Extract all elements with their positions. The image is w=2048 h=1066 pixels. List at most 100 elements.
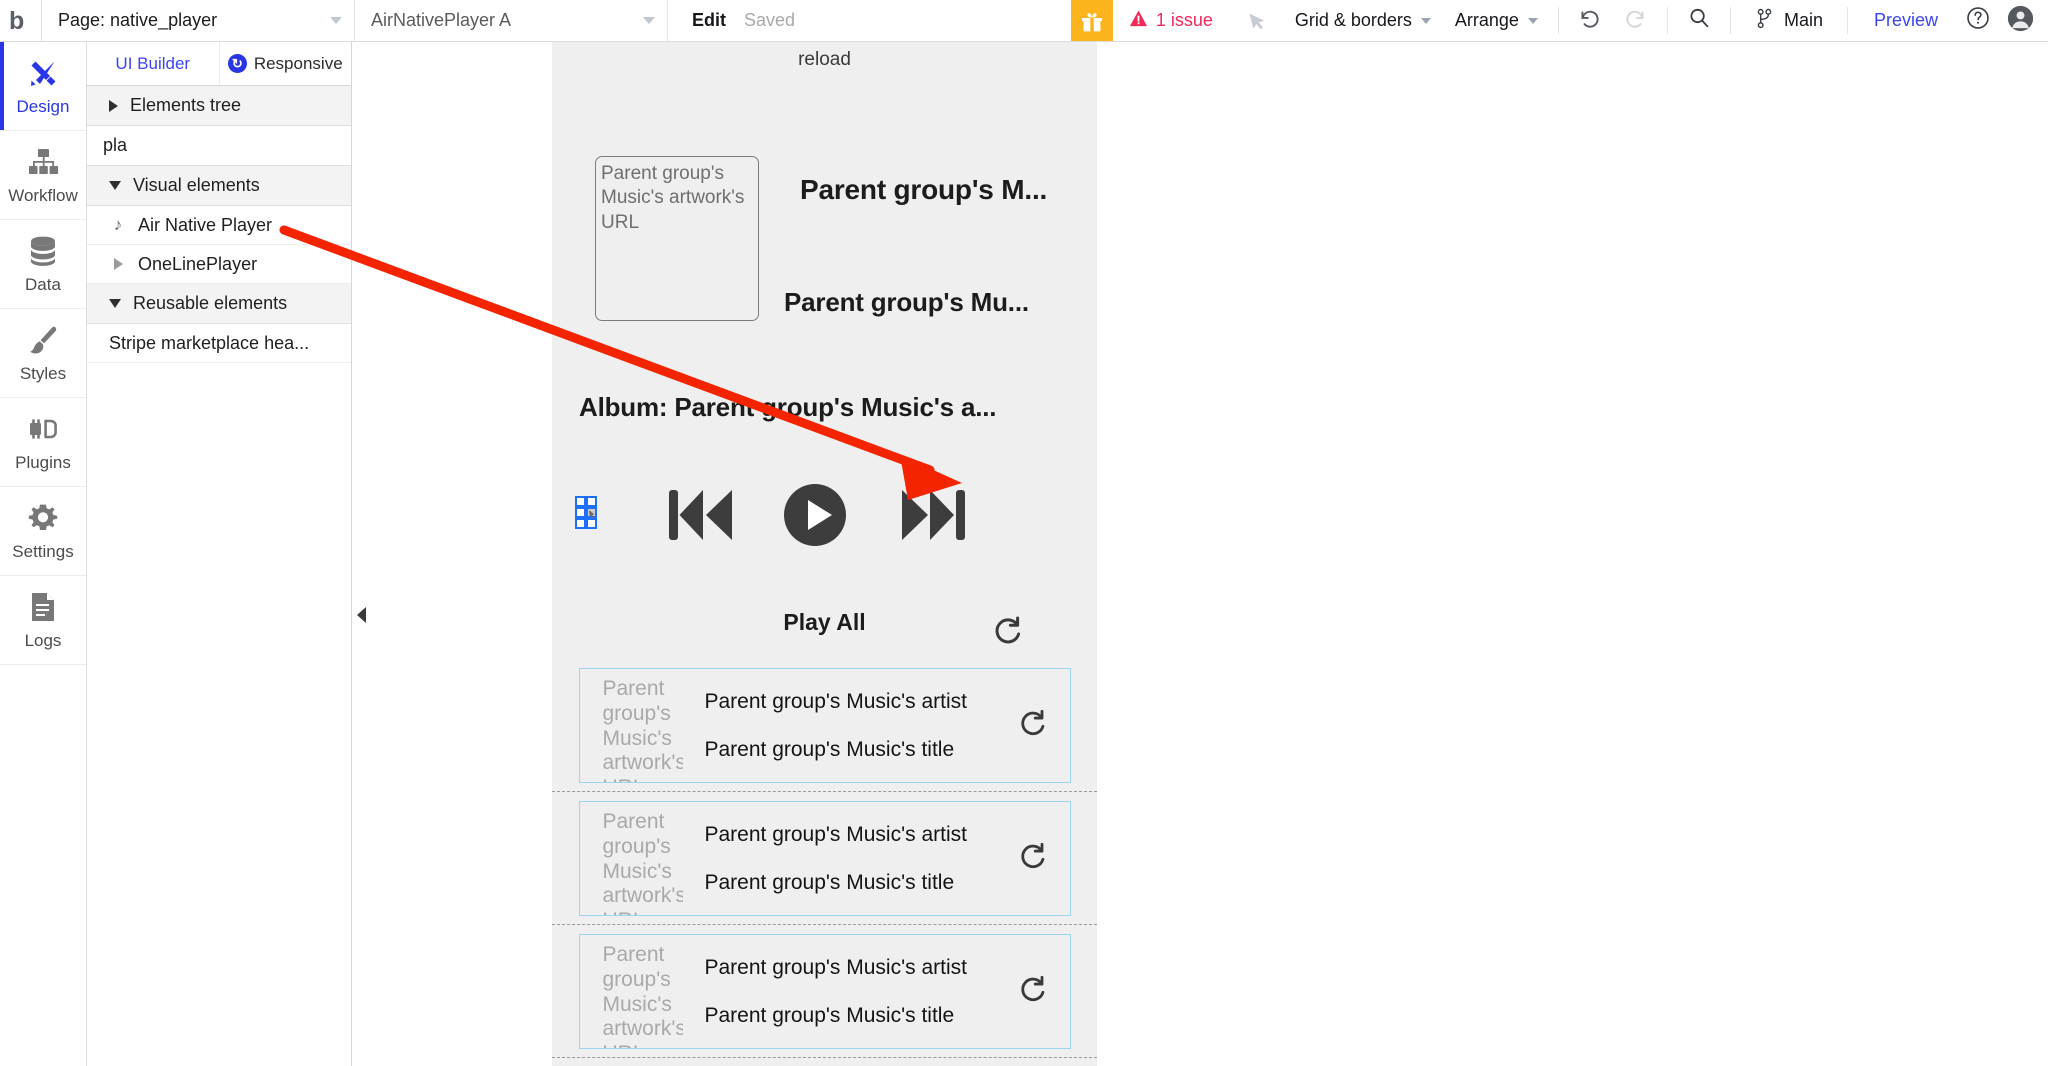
artwork-image-placeholder[interactable]: Parent group's Music's artwork's URL (595, 156, 759, 321)
tree-group-visual-elements[interactable]: Visual elements (87, 166, 351, 206)
sidebar-item-label: Logs (24, 630, 62, 650)
redo-icon (1623, 6, 1648, 36)
track-meta: Parent group's Music's artist Parent gro… (683, 802, 1070, 915)
tree-item-stripe-marketplace-header[interactable]: Stripe marketplace hea... (87, 324, 351, 363)
bubble-logo-icon[interactable]: b (0, 0, 42, 41)
page-viewport[interactable]: reload Parent group's Music's artwork's … (552, 42, 1097, 1066)
editor-body: Design Workflow Data Styles Plugins Sett… (0, 42, 2048, 1066)
track-row[interactable]: Parent group's Music's artwork's URL Par… (578, 934, 1071, 1049)
track-slot: Parent group's Music's artwork's URL Par… (552, 925, 1097, 1058)
track-artist: Parent group's Music's artist (704, 955, 967, 979)
warning-triangle-icon (1129, 9, 1148, 33)
branch-selector[interactable]: Main (1739, 0, 1839, 41)
tab-responsive[interactable]: ↻ Responsive (220, 42, 352, 85)
help-circle-icon (1965, 5, 1991, 36)
sidebar-item-workflow[interactable]: Workflow (0, 131, 86, 220)
skip-next-icon[interactable] (897, 482, 970, 553)
element-selector[interactable]: AirNativePlayer A (355, 0, 668, 41)
redo-button[interactable] (1613, 0, 1659, 41)
tab-ui-builder-label: UI Builder (115, 53, 191, 73)
tree-item-onelineplayer[interactable]: OneLinePlayer (87, 245, 351, 284)
sidebar-item-label: Design (16, 96, 70, 116)
reload-text[interactable]: reload (552, 49, 1097, 71)
reload-circular-arrow-icon[interactable] (1018, 708, 1048, 743)
panel-collapse-handle[interactable] (354, 602, 368, 628)
preview-button[interactable]: Preview (1856, 0, 1956, 41)
sidebar-item-logs[interactable]: Logs (0, 576, 86, 665)
gear-icon (27, 501, 59, 535)
grid-borders-menu[interactable]: Grid & borders (1283, 0, 1443, 41)
sidebar-item-plugins[interactable]: Plugins (0, 398, 86, 487)
cursor-arrow-icon[interactable] (1231, 0, 1283, 41)
tree-item-label: Air Native Player (138, 214, 273, 235)
play-circle-icon[interactable] (782, 482, 848, 553)
user-avatar-icon (2007, 5, 2034, 37)
arrange-label: Arrange (1454, 10, 1519, 30)
undo-icon (1577, 6, 1602, 36)
triangle-right-icon (109, 99, 118, 112)
reload-circular-arrow-icon[interactable] (992, 615, 1024, 652)
tree-group-label: Reusable elements (133, 293, 288, 313)
player-controls (552, 479, 1097, 559)
track-thumbnail-placeholder: Parent group's Music's artwork's URL (602, 810, 683, 915)
sidebar-item-label: Plugins (15, 452, 71, 472)
sidebar-item-settings[interactable]: Settings (0, 487, 86, 576)
elements-tree-panel: UI Builder ↻ Responsive Elements tree pl… (87, 42, 352, 1066)
top-toolbar: b Page: native_player AirNativePlayer A … (0, 0, 2048, 42)
left-nav-rail: Design Workflow Data Styles Plugins Sett… (0, 42, 87, 1066)
sidebar-item-styles[interactable]: Styles (0, 309, 86, 398)
track-title: Parent group's Music's title (704, 870, 955, 894)
page-selector[interactable]: Page: native_player (42, 0, 355, 41)
arrange-menu[interactable]: Arrange (1443, 0, 1550, 41)
database-icon (28, 234, 58, 268)
logs-document-icon (29, 590, 57, 624)
album-heading[interactable]: Album: Parent group's Music's a... (579, 392, 997, 423)
track-thumbnail-placeholder: Parent group's Music's artwork's URL (602, 943, 683, 1048)
gift-icon[interactable] (1070, 0, 1113, 41)
triangle-right-icon[interactable] (109, 258, 127, 270)
track-row[interactable]: Parent group's Music's artwork's URL Par… (578, 801, 1071, 916)
sidebar-item-data[interactable]: Data (0, 220, 86, 309)
toolbar-divider (1846, 7, 1848, 34)
toolbar-divider (1666, 7, 1668, 34)
tree-group-label: Visual elements (133, 175, 260, 195)
grid-selection-icon[interactable] (575, 496, 608, 529)
issue-count-label: 1 issue (1155, 10, 1213, 30)
design-canvas[interactable]: reload Parent group's Music's artwork's … (352, 42, 2048, 1066)
preview-label: Preview (1873, 10, 1938, 30)
reload-circular-arrow-icon[interactable] (1018, 841, 1048, 876)
branch-label: Main (1783, 10, 1823, 30)
skip-previous-icon[interactable] (667, 482, 740, 553)
panel-tab-bar: UI Builder ↻ Responsive (87, 42, 351, 86)
sidebar-item-label: Settings (12, 541, 74, 561)
chevron-down-icon (643, 17, 655, 24)
track-slot: Parent group's Music's artwork's URL Par… (552, 1058, 1097, 1066)
track-meta: Parent group's Music's artist Parent gro… (683, 669, 1070, 782)
elements-search-input[interactable]: pla (87, 126, 351, 166)
elements-tree-header[interactable]: Elements tree (87, 86, 351, 126)
edit-mode-label[interactable]: Edit (692, 10, 726, 31)
issue-indicator[interactable]: 1 issue (1113, 0, 1231, 41)
grid-borders-label: Grid & borders (1294, 10, 1412, 30)
sidebar-item-design[interactable]: Design (0, 42, 86, 131)
track-row[interactable]: Parent group's Music's artwork's URL Par… (578, 668, 1071, 783)
track-title-heading[interactable]: Parent group's M... (800, 174, 1047, 206)
undo-button[interactable] (1567, 0, 1613, 41)
triangle-down-icon (109, 299, 121, 308)
track-list: Parent group's Music's artwork's URL Par… (552, 660, 1097, 1066)
branch-icon (1755, 8, 1774, 34)
user-avatar[interactable] (2000, 0, 2048, 41)
track-artist-heading[interactable]: Parent group's Mu... (784, 287, 1029, 318)
track-title: Parent group's Music's title (704, 737, 955, 761)
track-meta: Parent group's Music's artist Parent gro… (683, 935, 1070, 1048)
tree-group-reusable-elements[interactable]: Reusable elements (87, 284, 351, 324)
track-artist: Parent group's Music's artist (704, 689, 967, 713)
tab-ui-builder[interactable]: UI Builder (87, 42, 220, 85)
elements-search-value: pla (103, 135, 128, 155)
help-button[interactable] (1956, 0, 2000, 41)
reload-circular-arrow-icon[interactable] (1018, 974, 1048, 1009)
search-button[interactable] (1676, 0, 1722, 41)
element-selector-label: AirNativePlayer A (371, 10, 512, 30)
tree-item-air-native-player[interactable]: ♪ Air Native Player (87, 206, 351, 245)
